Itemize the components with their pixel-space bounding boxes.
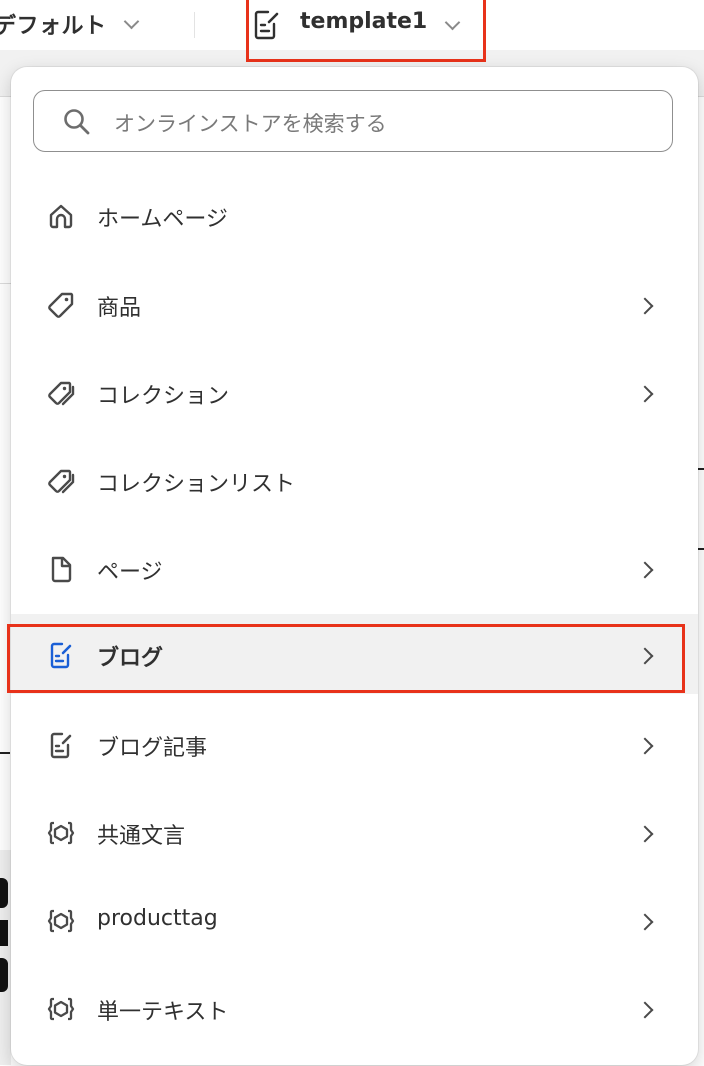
menu-item-collection-list[interactable]: コレクションリスト <box>11 438 698 526</box>
search-input[interactable]: オンラインストアを検索する <box>33 90 673 152</box>
menu-item-homepage[interactable]: ホームページ <box>11 172 698 260</box>
menu-item-label: producttag <box>97 906 218 931</box>
template-selector-highlight[interactable] <box>246 0 486 62</box>
chevron-down-icon[interactable] <box>123 13 140 30</box>
chevron-right-icon <box>636 561 654 579</box>
template-picker-dropdown: オンラインストアを検索する ホームページ 商品 コレクション コレクションリスト… <box>11 67 698 1065</box>
active-item-highlight <box>7 624 685 693</box>
home-icon <box>49 204 73 229</box>
menu-item-single-text[interactable]: 単一テキスト <box>11 966 698 1054</box>
bg-glyph <box>0 958 8 992</box>
menu-item-blog-posts[interactable]: ブログ記事 <box>11 702 698 790</box>
menu-item-label: 共通文言 <box>97 824 186 849</box>
bg-rule <box>0 752 10 754</box>
menu-item-label: 商品 <box>97 296 142 321</box>
menu-item-producttag[interactable]: producttag <box>11 878 698 966</box>
menu-item-label: 単一テキスト <box>97 1000 229 1025</box>
metaobject-icon <box>47 997 75 1021</box>
tags-icon <box>48 469 75 494</box>
page-icon <box>51 556 72 583</box>
topbar-divider <box>194 12 195 38</box>
bg-glyph <box>0 878 8 908</box>
search-icon <box>64 109 90 135</box>
menu-item-label: ホームページ <box>97 207 228 232</box>
blog-icon <box>50 732 72 759</box>
search-placeholder: オンラインストアを検索する <box>114 112 387 136</box>
tag-icon <box>48 292 74 318</box>
menu-item-label: コレクションリスト <box>97 472 296 497</box>
menu-item-label: ページ <box>97 560 163 585</box>
metaobject-icon <box>47 821 75 845</box>
menu-item-label: ブログ記事 <box>97 736 208 761</box>
menu-item-label: コレクション <box>97 384 230 409</box>
menu-item-collections[interactable]: コレクション <box>11 350 698 438</box>
metaobject-icon <box>47 909 75 933</box>
chevron-right-icon <box>636 825 654 843</box>
chevron-right-icon <box>636 913 654 931</box>
theme-selector-label[interactable]: デフォルト <box>0 8 107 40</box>
menu-item-common-text[interactable]: 共通文言 <box>11 790 698 878</box>
chevron-right-icon <box>636 297 654 315</box>
chevron-right-icon <box>636 1001 654 1019</box>
chevron-right-icon <box>636 737 654 755</box>
menu-item-products[interactable]: 商品 <box>11 262 698 350</box>
tags-icon <box>48 381 75 406</box>
menu-item-pages[interactable]: ページ <box>11 526 698 614</box>
chevron-right-icon <box>636 385 654 403</box>
bg-glyph <box>0 920 8 946</box>
